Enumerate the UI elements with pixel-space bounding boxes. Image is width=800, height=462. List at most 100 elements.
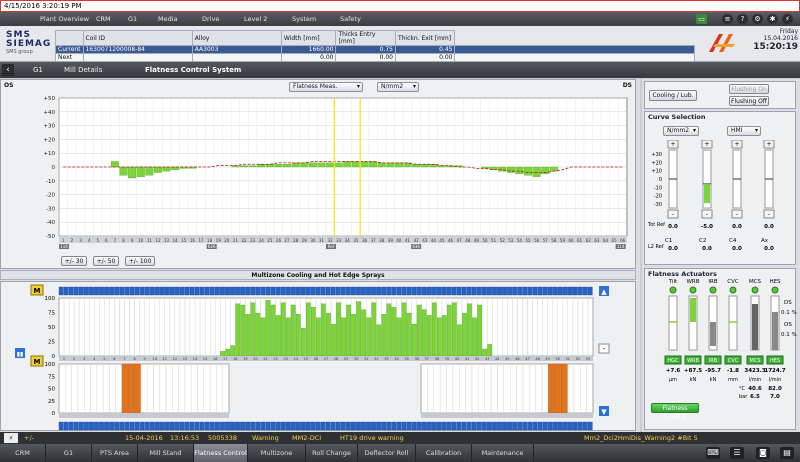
power-icon[interactable]: ⚡ [782, 14, 793, 24]
range-30-button[interactable]: +/- 30 [61, 256, 87, 266]
gear-icon[interactable]: ✱ [767, 14, 778, 24]
breadcrumb-g1[interactable]: G1 [33, 66, 43, 74]
menu-plant-overview[interactable]: Plant Overview [40, 15, 89, 23]
spray-strip-top [507, 286, 512, 296]
spray-strip-bottom [346, 421, 351, 431]
tab-multizone-cooling[interactable]: Multizone Cooling [248, 444, 306, 462]
cooling-bar [366, 317, 372, 357]
spray-strip-bottom [542, 421, 548, 431]
actuator-extra-label: °C [739, 386, 746, 392]
camera-icon[interactable]: ◙ [756, 447, 770, 459]
zone-number: 7 [114, 238, 117, 243]
tab-maintenance[interactable]: Maintenance [472, 444, 534, 462]
tab-crm[interactable]: CRM [0, 444, 46, 462]
menu-system[interactable]: System [292, 15, 316, 23]
breadcrumb-mill-details[interactable]: Mill Details [64, 66, 102, 74]
zone-number: 4 [88, 238, 91, 243]
tab-flatness-control[interactable]: Flatness Control [194, 444, 248, 462]
curve-unit-select[interactable]: N/mm2 [663, 126, 699, 136]
flushing-off-button[interactable]: Flushing Off [729, 96, 769, 106]
cooling-zone-number: 36 [414, 357, 418, 361]
title-bar: 4/15/2016 3:20:19 PM [0, 0, 800, 12]
cooling-bar [250, 302, 256, 357]
cooling-bar [280, 302, 286, 357]
tab-deflector-roll[interactable]: Deflector Roll [358, 444, 416, 462]
actuator-mode: HGC [667, 358, 679, 364]
keyboard-icon[interactable]: ⌨ [706, 447, 720, 459]
menu-safety[interactable]: Safety [340, 15, 361, 23]
curve-sliders[interactable]: +30 +20 +10 0 -10 -20 -30 + - 0.0 C1 0.0 + - -5.0 C2 0.0… [645, 140, 797, 264]
spray-strip-top [250, 286, 256, 296]
coil-row-current[interactable]: Current 1630071200008-84 AA3003 1660.00 … [55, 45, 695, 54]
back-icon[interactable]: ‹ [2, 64, 14, 76]
menu-g1[interactable]: G1 [128, 15, 137, 23]
flatness-unit-select[interactable]: N/mm2 [377, 82, 419, 92]
cooling-bar [331, 323, 336, 357]
zone-number: 50 [482, 238, 488, 243]
menu-media[interactable]: Media [158, 15, 178, 23]
cooling-lub-button[interactable]: Cooling / Lub. [649, 90, 697, 101]
spray-strip-bottom [215, 421, 220, 431]
actuator-extra-value: 7.0 [770, 394, 780, 400]
cooling-bar [386, 303, 392, 357]
tab-g1[interactable]: G1 [46, 444, 92, 462]
menu-crm[interactable]: CRM [96, 15, 111, 23]
zone-number: 36 [362, 238, 368, 243]
cooling-bar [265, 300, 271, 357]
curve-source-select[interactable]: HMI [727, 126, 761, 136]
actuator-label: MCS [749, 279, 762, 285]
spray-strip-bottom [194, 421, 200, 431]
tab-pts-area[interactable]: PTS Area [92, 444, 138, 462]
tab-calibration[interactable]: Calibration [416, 444, 472, 462]
cooling-zone-number: 3 [83, 357, 85, 361]
list-icon[interactable]: ☰ [730, 447, 744, 459]
spray-strip-top [94, 286, 99, 296]
lightning-icon[interactable]: ⚡ [4, 433, 18, 443]
range-50-button[interactable]: +/- 50 [93, 256, 119, 266]
spray-strip-top [340, 286, 346, 296]
spray-strip-bottom [492, 421, 497, 431]
flatness-control-button[interactable]: Flatness Control [651, 403, 699, 421]
actuator-led [669, 286, 677, 294]
actuator-unit: µm [669, 377, 677, 383]
cooling-zone-number: 1 [63, 357, 65, 361]
cooling-bar [311, 307, 316, 357]
zone-number: 22 [241, 238, 247, 243]
cooling-bar [457, 324, 462, 357]
cooling-bar [447, 304, 452, 357]
spray-strip-bottom [129, 421, 135, 431]
coil-row-next[interactable]: Next 0.00 0.00 0.00 [55, 53, 695, 62]
tab-roll-change[interactable]: Roll Change [306, 444, 358, 462]
range-100-button[interactable]: +/- 100 [125, 256, 155, 266]
spray-strip-top [557, 286, 563, 296]
cooling-zone-number: 50 [556, 357, 560, 361]
print-icon[interactable]: ▤ [780, 447, 794, 459]
screen-icon[interactable]: ▭ [696, 14, 707, 24]
flushing-on-button[interactable]: Flushing On [729, 84, 769, 94]
spray-strip-bottom [340, 421, 346, 431]
spray-strip-top [391, 286, 397, 296]
spray-strip-bottom [421, 421, 427, 431]
settings-icon[interactable]: ⚙ [752, 14, 763, 24]
spray-strip-bottom [255, 421, 261, 431]
spray-strip-top [129, 286, 135, 296]
hes-right-strip [421, 413, 593, 418]
menu-level2[interactable]: Level 2 [244, 15, 267, 23]
zone-number: 39 [388, 238, 394, 243]
curve-selection-title: Curve Selection [648, 113, 706, 121]
menu-icon[interactable]: ≡ [722, 14, 733, 24]
plus-icon: + [670, 141, 675, 148]
flatness-meas-select[interactable]: Flatness Meas. [289, 82, 363, 92]
spray-strip-top [476, 286, 482, 296]
zone-number: 35 [353, 238, 359, 243]
spray-strip-bottom [517, 421, 523, 431]
hes-y-tick: 25 [48, 399, 55, 405]
cooling-bar [376, 324, 382, 357]
menu-drive[interactable]: Drive [202, 15, 219, 23]
actuator-unit: l/min [749, 377, 762, 383]
help-icon[interactable]: ? [737, 14, 748, 24]
tab-mill-stand[interactable]: Mill Stand [138, 444, 194, 462]
tot-ref-value: 0.0 [668, 224, 678, 230]
spray-strip-bottom [154, 421, 160, 431]
cooling-zone-number: 44 [495, 357, 500, 361]
